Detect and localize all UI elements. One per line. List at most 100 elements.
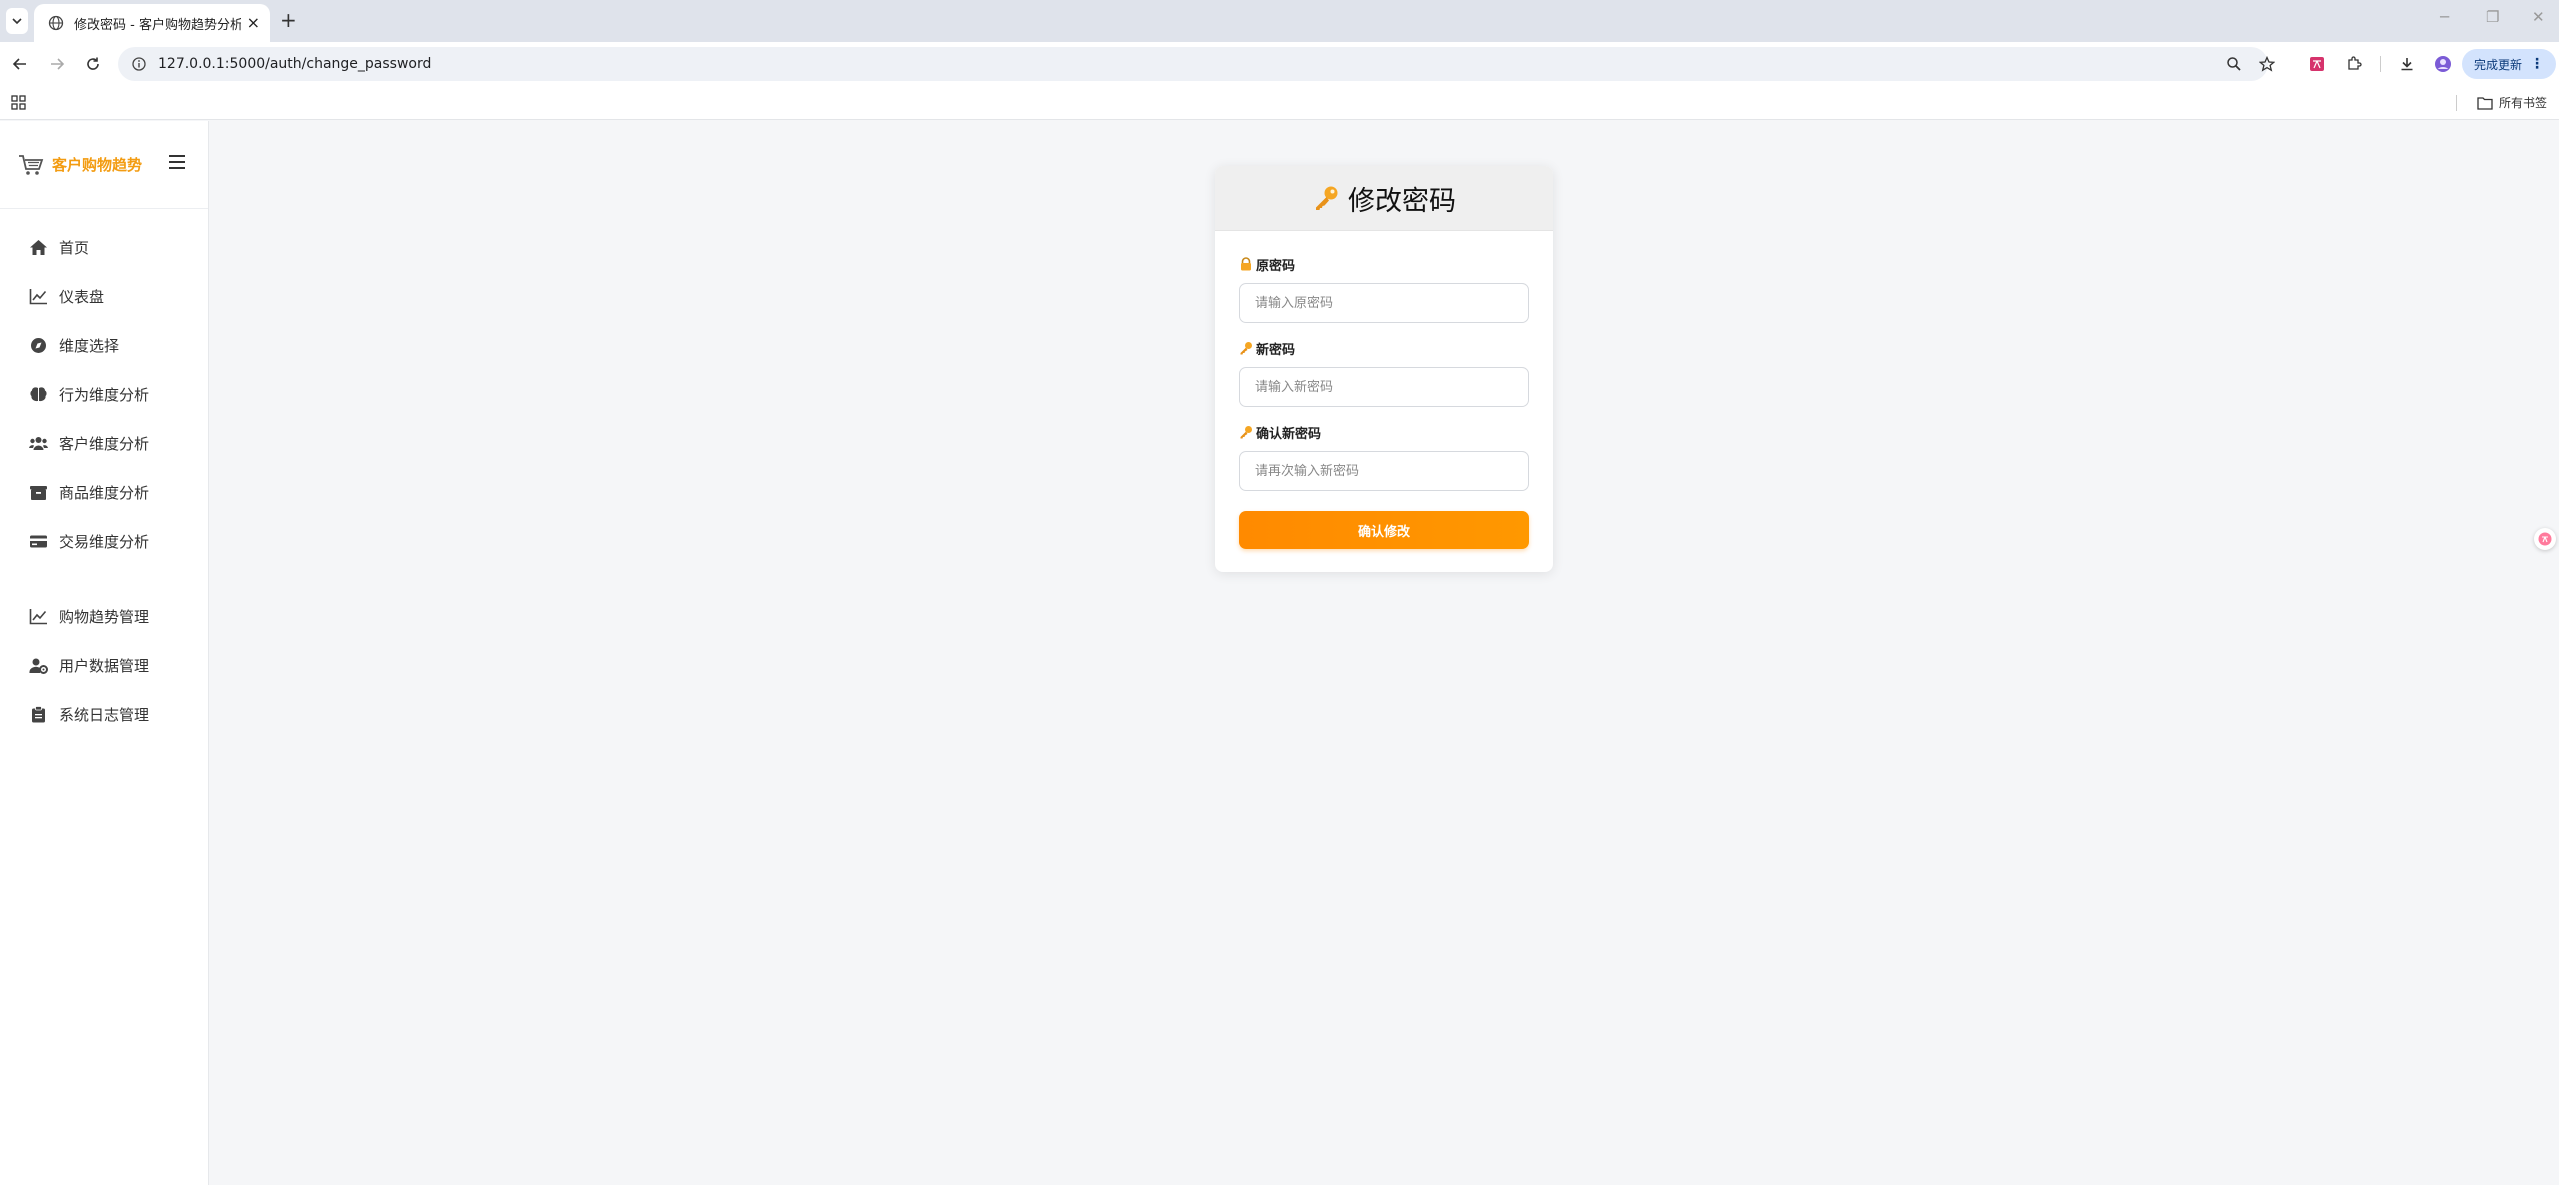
password-form: 原密码 新密码 确认新密码 确认修改 — [1215, 231, 1553, 549]
sidebar-item-transaction-analysis[interactable]: 交易维度分析 — [0, 517, 208, 566]
users-icon — [29, 437, 48, 450]
url-text: 127.0.0.1:5000/auth/change_password — [158, 56, 432, 72]
zoom-icon — [2227, 57, 2241, 71]
toolbar-divider — [2380, 56, 2381, 72]
translate-extension-button[interactable] — [2306, 53, 2328, 75]
new-password-label-text: 新密码 — [1256, 342, 1296, 358]
downloads-button[interactable] — [2396, 53, 2418, 75]
new-tab-button[interactable]: + — [280, 9, 297, 31]
browser-tab-active[interactable]: 修改密码 - 客户购物趋势分析系统 × — [34, 4, 270, 42]
brand-name: 客户购物趋势 — [52, 156, 143, 174]
more-vert-icon: ⋮ — [2530, 56, 2545, 72]
translate-float-icon — [2538, 532, 2552, 546]
minimize-icon[interactable]: ─ — [2440, 8, 2449, 26]
shopping-cart-icon — [19, 154, 44, 175]
bookmarks-bar: 所有书签 — [0, 86, 2559, 120]
globe-icon — [48, 15, 64, 31]
translate-float-button[interactable] — [2534, 528, 2556, 550]
sidebar-item-home[interactable]: 首页 — [0, 223, 208, 272]
reload-icon — [87, 57, 99, 70]
confirm-password-label-text: 确认新密码 — [1256, 426, 1322, 442]
sidebar-item-dimension-select[interactable]: 维度选择 — [0, 321, 208, 370]
key-icon — [1316, 186, 1338, 210]
old-password-input[interactable] — [1239, 283, 1529, 323]
confirm-password-input[interactable] — [1239, 451, 1529, 491]
sidebar-nav: 首页 仪表盘 维度选择 行为维度分析 客户维度分析 商品维度分析 交易维度分析 — [0, 209, 208, 739]
bookmark-star-button[interactable] — [2256, 53, 2278, 75]
sidebar-item-behavior-analysis[interactable]: 行为维度分析 — [0, 370, 208, 419]
sidebar-item-user-management[interactable]: 用户数据管理 — [0, 641, 208, 690]
arrow-right-icon — [51, 58, 65, 70]
sidebar-item-label: 仪表盘 — [59, 288, 105, 306]
apps-button[interactable] — [11, 95, 26, 114]
star-icon — [2259, 56, 2275, 72]
confirm-password-label: 确认新密码 — [1239, 423, 1529, 442]
tab-close-icon[interactable]: × — [247, 15, 260, 31]
apps-grid-icon — [11, 95, 26, 110]
zoom-button[interactable] — [2223, 53, 2245, 75]
sidebar: 客户购物趋势 首页 仪表盘 维度选择 行为维度分析 客户维度分析 商品维度分析 — [0, 121, 209, 1185]
close-window-icon[interactable]: ✕ — [2532, 8, 2545, 26]
extensions-button[interactable] — [2343, 53, 2365, 75]
browser-toolbar: 127.0.0.1:5000/auth/change_password 完成更新… — [0, 42, 2559, 86]
all-bookmarks-label: 所有书签 — [2498, 96, 2547, 110]
update-label: 完成更新 — [2474, 57, 2523, 72]
sidebar-item-label: 用户数据管理 — [59, 657, 150, 675]
chart-line-icon — [29, 289, 47, 305]
box-icon — [30, 486, 47, 500]
sidebar-item-label: 系统日志管理 — [59, 706, 150, 724]
hamburger-menu-icon[interactable] — [168, 154, 186, 170]
sidebar-item-label: 维度选择 — [59, 337, 120, 355]
lock-icon — [1241, 257, 1251, 271]
new-password-input[interactable] — [1239, 367, 1529, 407]
forward-button[interactable] — [46, 53, 68, 75]
sidebar-section-gap — [0, 566, 208, 592]
clipboard-icon — [32, 706, 45, 723]
sidebar-item-dashboard[interactable]: 仪表盘 — [0, 272, 208, 321]
folder-icon — [2477, 96, 2493, 110]
sidebar-brand: 客户购物趋势 — [0, 121, 208, 209]
reload-button[interactable] — [82, 53, 104, 75]
sidebar-item-label: 交易维度分析 — [59, 533, 150, 551]
page-title: 修改密码 — [1348, 185, 1456, 217]
browser-tabbar: 修改密码 - 客户购物趋势分析系统 × + ─ ❐ ✕ — [0, 0, 2559, 42]
tab-search-button[interactable] — [6, 8, 28, 34]
card-header: 修改密码 — [1215, 166, 1553, 231]
sidebar-item-product-analysis[interactable]: 商品维度分析 — [0, 468, 208, 517]
back-button[interactable] — [9, 53, 31, 75]
sidebar-item-label: 商品维度分析 — [59, 484, 150, 502]
profile-avatar[interactable] — [2432, 53, 2454, 75]
bookmarks-divider — [2456, 95, 2457, 111]
chevron-down-icon — [12, 18, 22, 25]
chart-line-icon — [29, 609, 47, 625]
confirm-change-button[interactable]: 确认修改 — [1239, 511, 1529, 549]
old-password-label: 原密码 — [1239, 255, 1529, 274]
sidebar-item-label: 首页 — [59, 239, 90, 257]
sidebar-item-label: 购物趋势管理 — [59, 608, 150, 626]
sidebar-item-trend-management[interactable]: 购物趋势管理 — [0, 592, 208, 641]
credit-card-icon — [30, 535, 47, 548]
home-icon — [30, 240, 47, 255]
restore-icon[interactable]: ❐ — [2486, 8, 2499, 26]
user-gear-icon — [29, 658, 48, 674]
all-bookmarks-button[interactable]: 所有书签 — [2477, 94, 2547, 111]
puzzle-icon — [2348, 56, 2362, 70]
sidebar-item-customer-analysis[interactable]: 客户维度分析 — [0, 419, 208, 468]
sidebar-item-label: 客户维度分析 — [59, 435, 150, 453]
key-icon — [1240, 426, 1252, 439]
old-password-label-text: 原密码 — [1256, 258, 1296, 274]
key-icon — [1240, 342, 1252, 355]
compass-icon — [31, 338, 46, 353]
sidebar-item-log-management[interactable]: 系统日志管理 — [0, 690, 208, 739]
avatar-icon — [2435, 56, 2451, 72]
update-button[interactable]: 完成更新 ⋮ — [2462, 49, 2557, 79]
download-icon — [2401, 58, 2413, 71]
address-bar[interactable]: 127.0.0.1:5000/auth/change_password — [118, 47, 2268, 81]
new-password-label: 新密码 — [1239, 339, 1529, 358]
tab-title: 修改密码 - 客户购物趋势分析系统 — [74, 17, 241, 33]
arrow-left-icon — [12, 58, 26, 70]
change-password-card: 修改密码 原密码 新密码 确认新密码 确认修改 — [1215, 166, 1553, 572]
site-info-icon[interactable] — [132, 57, 146, 71]
brain-icon — [30, 387, 47, 402]
sidebar-item-label: 行为维度分析 — [59, 386, 150, 404]
